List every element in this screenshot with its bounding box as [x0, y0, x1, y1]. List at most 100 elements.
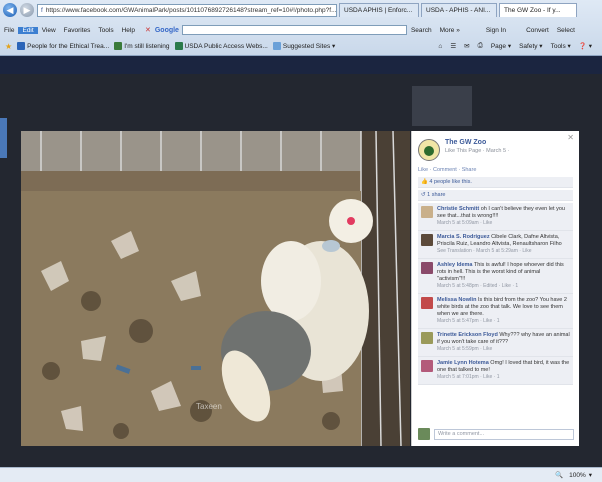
shares-text: 1 share	[427, 192, 446, 198]
favorites-star-icon[interactable]: ★	[5, 42, 12, 51]
likes-text: 4 people like this.	[429, 179, 472, 185]
search-button[interactable]: Search	[407, 27, 436, 34]
comment-meta[interactable]: March 5 at 5:09am · Like	[437, 220, 570, 227]
comment-meta[interactable]: March 5 at 5:47pm · Like · 1	[437, 318, 570, 325]
comment-item: Marcia S. Rodriguez Cibele Clark, Dafne …	[418, 231, 573, 259]
page-info: The GW Zoo Like This Page · March 5 ·	[445, 139, 509, 161]
close-icon[interactable]: ✕	[145, 26, 151, 34]
comment-body: Jamie Lynn Hotema Omg! I loved that bird…	[437, 360, 570, 381]
favorite-usda[interactable]: USDA Public Access Webs...	[174, 42, 268, 50]
comment-item: Melissa Nowlin Is this bird from the zoo…	[418, 294, 573, 329]
page-header: The GW Zoo Like This Page · March 5 ·	[412, 131, 579, 165]
tab-label: USDA APHIS | Enforc...	[344, 7, 413, 14]
favorite-label: Suggested Sites ▾	[282, 43, 336, 50]
favorite-suggested-sites[interactable]: Suggested Sites ▾	[272, 42, 336, 50]
help-menu[interactable]: ❓ ▾	[575, 42, 596, 50]
select-button[interactable]: Select	[553, 27, 579, 34]
likes-summary[interactable]: 👍 4 people like this.	[418, 177, 573, 188]
comment-item: Trinette Erickson Floyd Why??? why have …	[418, 329, 573, 357]
avatar[interactable]	[421, 234, 433, 246]
print-icon[interactable]: ⎙	[474, 42, 487, 50]
tab-label: The GW Zoo - If y...	[504, 7, 561, 14]
avatar[interactable]	[421, 332, 433, 344]
close-icon[interactable]: ✕	[567, 133, 574, 142]
page-menu[interactable]: Page ▾	[487, 42, 515, 50]
menu-favorites[interactable]: Favorites	[60, 27, 95, 34]
address-url: https://www.facebook.com/GWAnimalPark/po…	[45, 6, 337, 14]
menu-file[interactable]: File	[0, 27, 18, 34]
peta-icon	[17, 42, 26, 50]
comment-body: Melissa Nowlin Is this bird from the zoo…	[437, 297, 570, 325]
menu-tools[interactable]: Tools	[94, 27, 117, 34]
comment-meta[interactable]: March 5 at 5:59pm · Like	[437, 346, 570, 353]
feeds-icon[interactable]: ☰	[446, 42, 460, 50]
facebook-header	[0, 56, 602, 74]
favorite-listening[interactable]: I'm still listening	[114, 42, 170, 50]
avatar[interactable]	[421, 262, 433, 274]
photo-watermark: Taxeen	[196, 402, 222, 411]
menu-toolbar-bar: File Edit View Favorites Tools Help ✕ Go…	[0, 24, 602, 36]
comment-meta[interactable]: See Translation · March 5 at 5:29am · Li…	[437, 248, 570, 255]
comment-body: Christie Schmitt oh I can't believe they…	[437, 206, 570, 227]
forward-icon[interactable]: ▶	[20, 3, 34, 17]
usda-icon	[174, 42, 183, 50]
google-logo: Google	[154, 26, 179, 34]
comment-author[interactable]: Ashley Idema	[437, 262, 472, 268]
zoom-level[interactable]: 100%	[569, 472, 586, 479]
favorite-label: People for the Ethical Trea...	[27, 42, 110, 50]
chevron-down-icon[interactable]: ▾	[589, 471, 592, 479]
write-comment-row: Write a comment...	[418, 428, 574, 440]
tab-usda-aphis-enforcement[interactable]: USDA APHIS | Enforc...	[339, 3, 419, 17]
tab-usda-aphis-ani[interactable]: USDA - APHIS - ANI...	[421, 3, 497, 17]
page-meta[interactable]: Like This Page · March 5 ·	[445, 148, 509, 154]
more-button[interactable]: More »	[436, 27, 464, 34]
dimmed-sidebar	[412, 86, 472, 126]
bird-photo[interactable]: Taxeen	[21, 131, 410, 446]
shares-summary[interactable]: ↺ 1 share	[418, 190, 573, 201]
avatar[interactable]	[421, 297, 433, 309]
comment-body: Marcia S. Rodriguez Cibele Clark, Dafne …	[437, 234, 570, 255]
favorite-label: USDA Public Access Webs...	[184, 42, 268, 50]
comment-meta[interactable]: March 5 at 7:01pm · Like · 1	[437, 374, 570, 381]
menu-view[interactable]: View	[38, 27, 60, 34]
page-name-link[interactable]: The GW Zoo	[445, 139, 509, 146]
home-icon[interactable]: ⌂	[434, 43, 446, 50]
comment-item: Ashley Idema This is awful! I hope whoev…	[418, 259, 573, 294]
address-bar[interactable]: f https://www.facebook.com/GWAnimalPark/…	[37, 3, 337, 17]
google-search-input[interactable]	[181, 25, 407, 35]
left-edge-widget	[0, 118, 7, 158]
convert-button[interactable]: Convert	[522, 27, 553, 34]
zoom-icon[interactable]: 🔍	[555, 471, 563, 479]
comment-item: Christie Schmitt oh I can't believe they…	[418, 203, 573, 231]
comment-body: Ashley Idema This is awful! I hope whoev…	[437, 262, 570, 290]
page-icon	[114, 42, 123, 50]
sign-in-button[interactable]: Sign In	[482, 27, 510, 34]
facebook-page: Taxeen ✕ The GW Zoo Like This Page · Mar…	[0, 56, 602, 467]
navigation-bar: ◀ ▶ f https://www.facebook.com/GWAnimalP…	[0, 3, 602, 17]
tab-gw-zoo[interactable]: The GW Zoo - If y...	[499, 3, 577, 17]
menu-help[interactable]: Help	[118, 27, 139, 34]
comment-item: Jamie Lynn Hotema Omg! I loved that bird…	[418, 357, 573, 385]
comment-author[interactable]: Trinette Erickson Floyd	[437, 332, 498, 338]
favorite-peta[interactable]: People for the Ethical Trea...	[17, 42, 109, 50]
avatar[interactable]	[421, 206, 433, 218]
tab-label: USDA - APHIS - ANI...	[426, 7, 491, 14]
comment-author[interactable]: Melissa Nowlin	[437, 297, 476, 303]
avatar	[418, 428, 430, 440]
safety-menu[interactable]: Safety ▾	[515, 42, 547, 50]
page-avatar[interactable]	[418, 139, 440, 161]
menu-edit[interactable]: Edit	[18, 26, 38, 34]
back-icon[interactable]: ◀	[3, 3, 17, 17]
post-actions[interactable]: Like · Comment · Share	[412, 165, 579, 175]
mail-icon[interactable]: ✉	[460, 42, 473, 50]
tools-menu[interactable]: Tools ▾	[547, 42, 575, 50]
comment-meta[interactable]: March 5 at 5:48pm · Edited · Like · 1	[437, 283, 570, 290]
avatar[interactable]	[421, 360, 433, 372]
status-bar: 🔍 100% ▾	[0, 467, 602, 482]
comment-author[interactable]: Jamie Lynn Hotema	[437, 360, 489, 366]
favorites-bar: ★ People for the Ethical Trea... I'm sti…	[0, 40, 602, 52]
comment-author[interactable]: Christie Schmitt	[437, 206, 479, 212]
comment-body: Trinette Erickson Floyd Why??? why have …	[437, 332, 570, 353]
comment-author[interactable]: Marcia S. Rodriguez	[437, 234, 490, 240]
write-comment-input[interactable]: Write a comment...	[434, 428, 574, 440]
